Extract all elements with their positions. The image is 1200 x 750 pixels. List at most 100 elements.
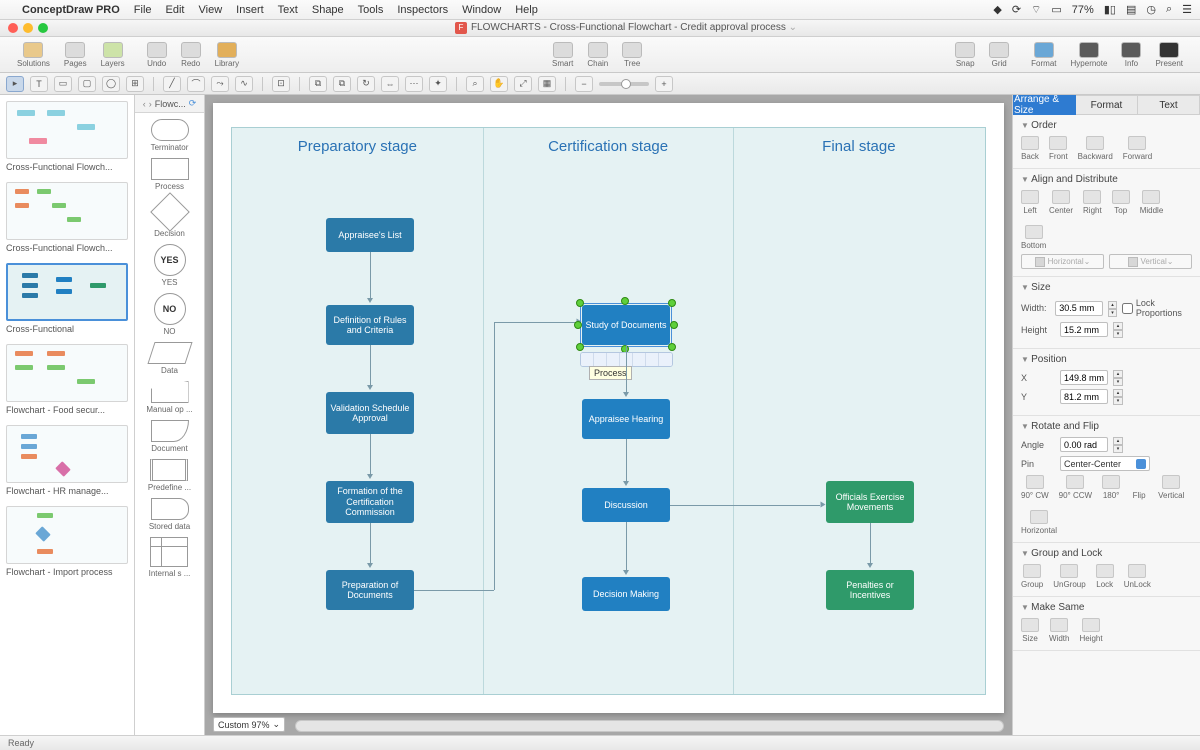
zoom-window-button[interactable] — [38, 23, 48, 33]
rotate-90cw-button[interactable]: 90° CW — [1021, 475, 1049, 500]
ellipse-tool[interactable]: ◯ — [102, 76, 120, 92]
pan-tool[interactable]: ✋ — [490, 76, 508, 92]
y-input[interactable] — [1060, 389, 1108, 404]
flip-vertical-button[interactable]: Vertical — [1158, 475, 1184, 500]
display-icon[interactable]: ▭ — [1051, 3, 1061, 16]
battery-icon[interactable]: ▮▯ — [1104, 3, 1116, 16]
mini-btn[interactable] — [659, 353, 672, 366]
text-tool[interactable]: T — [30, 76, 48, 92]
menu-list-icon[interactable]: ☰ — [1182, 3, 1192, 16]
snap-button[interactable]: Snap — [950, 40, 980, 70]
shape-document[interactable]: Document — [151, 420, 189, 453]
flip-horizontal-button[interactable]: Horizontal — [1021, 510, 1057, 535]
zoom-in-button[interactable]: + — [655, 76, 673, 92]
pin-select[interactable]: Center-Center — [1060, 456, 1150, 471]
shape-decision[interactable]: Decision — [154, 197, 185, 238]
rotate-180-button[interactable]: 180° — [1102, 475, 1120, 500]
distribute-vertical[interactable]: Vertical ⌄ — [1109, 254, 1192, 269]
align-tool[interactable]: ⇔ — [381, 76, 399, 92]
hypernote-button[interactable]: Hypernote — [1066, 40, 1113, 70]
node-definition[interactable]: Definition of Rules and Criteria — [326, 305, 414, 345]
zoom-out-button[interactable]: − — [575, 76, 593, 92]
edit-points-tool[interactable]: ✦ — [429, 76, 447, 92]
connector-tool[interactable]: ⤳ — [211, 76, 229, 92]
canvas-area[interactable]: Preparatory stage Certification stage Fi… — [205, 95, 1012, 735]
mini-btn[interactable] — [581, 353, 594, 366]
close-window-button[interactable] — [8, 23, 18, 33]
ungroup-tool[interactable]: ⧉ — [333, 76, 351, 92]
pages-button[interactable]: Pages — [59, 40, 92, 70]
same-height-button[interactable]: Height — [1079, 618, 1102, 643]
group-button[interactable]: Group — [1021, 564, 1043, 589]
width-input[interactable] — [1055, 301, 1103, 316]
info-button[interactable]: Info — [1116, 40, 1146, 70]
drawing-canvas[interactable]: Preparatory stage Certification stage Fi… — [213, 103, 1004, 713]
crop-tool[interactable]: ⊡ — [272, 76, 290, 92]
library-button[interactable]: Library — [210, 40, 244, 70]
chain-button[interactable]: Chain — [582, 40, 613, 70]
shape-manual[interactable]: Manual op ... — [146, 381, 192, 414]
tab-text[interactable]: Text — [1138, 95, 1200, 115]
zoom-combo[interactable]: Custom 97%⌄ — [213, 717, 285, 732]
rect-tool[interactable]: ▭ — [54, 76, 72, 92]
mini-btn[interactable] — [633, 353, 646, 366]
menu-inspectors[interactable]: Inspectors — [397, 4, 448, 16]
zoom-tool[interactable]: ⌕ — [466, 76, 484, 92]
shape-terminator[interactable]: Terminator — [151, 119, 189, 152]
tab-arrange-size[interactable]: Arrange & Size — [1013, 95, 1076, 115]
smart-button[interactable]: Smart — [547, 40, 578, 70]
menu-text[interactable]: Text — [278, 4, 298, 16]
template-thumb[interactable]: Cross-Functional Flowch... — [6, 182, 128, 253]
clock-icon[interactable]: ◷ — [1146, 3, 1156, 16]
table-tool[interactable]: ⊞ — [126, 76, 144, 92]
tab-format[interactable]: Format — [1076, 95, 1138, 115]
shape-stored[interactable]: Stored data — [149, 498, 190, 531]
grid-button[interactable]: Grid — [984, 40, 1014, 70]
mini-btn[interactable] — [594, 353, 607, 366]
h-scrollbar[interactable] — [295, 720, 1004, 732]
mini-btn[interactable] — [607, 353, 620, 366]
order-backward-button[interactable]: Backward — [1078, 136, 1113, 161]
redo-button[interactable]: Redo — [176, 40, 206, 70]
minimize-window-button[interactable] — [23, 23, 33, 33]
menu-shape[interactable]: Shape — [312, 4, 344, 16]
height-input[interactable] — [1060, 322, 1108, 337]
node-validation[interactable]: Validation Schedule Approval — [326, 392, 414, 434]
shapes-header[interactable]: ‹›Flowc...⟳ — [135, 95, 204, 113]
bezier-tool[interactable]: ∿ — [235, 76, 253, 92]
x-stepper[interactable]: ▴▾ — [1113, 370, 1123, 385]
app-name[interactable]: ConceptDraw PRO — [22, 4, 120, 16]
zoom-slider[interactable] — [599, 82, 649, 86]
shape-data[interactable]: Data — [151, 342, 189, 375]
node-decision-making[interactable]: Decision Making — [582, 577, 670, 611]
align-left-button[interactable]: Left — [1021, 190, 1039, 215]
arc-tool[interactable]: ⌒ — [187, 76, 205, 92]
undo-button[interactable]: Undo — [142, 40, 172, 70]
col-header-prep[interactable]: Preparatory stage — [232, 138, 483, 155]
ungroup-button[interactable]: UnGroup — [1053, 564, 1085, 589]
rotate-tool[interactable]: ↻ — [357, 76, 375, 92]
template-thumb[interactable]: Cross-Functional Flowch... — [6, 101, 128, 172]
flag-icon[interactable]: ▤ — [1126, 3, 1136, 16]
align-bottom-button[interactable]: Bottom — [1021, 225, 1046, 250]
col-header-final[interactable]: Final stage — [733, 138, 984, 155]
x-input[interactable] — [1060, 370, 1108, 385]
template-thumb[interactable]: Flowchart - Food secur... — [6, 344, 128, 415]
order-forward-button[interactable]: Forward — [1123, 136, 1152, 161]
menu-edit[interactable]: Edit — [166, 4, 185, 16]
pointer-tool[interactable]: ▸ — [6, 76, 24, 92]
menu-window[interactable]: Window — [462, 4, 501, 16]
align-right-button[interactable]: Right — [1083, 190, 1102, 215]
distribute-horizontal[interactable]: Horizontal ⌄ — [1021, 254, 1104, 269]
solutions-button[interactable]: Solutions — [12, 40, 55, 70]
node-appraisee-hearing[interactable]: Appraisee Hearing — [582, 399, 670, 439]
same-width-button[interactable]: Width — [1049, 618, 1069, 643]
angle-stepper[interactable]: ▴▾ — [1113, 437, 1123, 452]
tree-button[interactable]: Tree — [617, 40, 647, 70]
y-stepper[interactable]: ▴▾ — [1113, 389, 1123, 404]
line-tool[interactable]: ╱ — [163, 76, 181, 92]
node-appraisee-list[interactable]: Appraisee's List — [326, 218, 414, 252]
template-thumb[interactable]: Flowchart - HR manage... — [6, 425, 128, 496]
node-discussion[interactable]: Discussion — [582, 488, 670, 522]
presentation-tool[interactable]: ▦ — [538, 76, 556, 92]
